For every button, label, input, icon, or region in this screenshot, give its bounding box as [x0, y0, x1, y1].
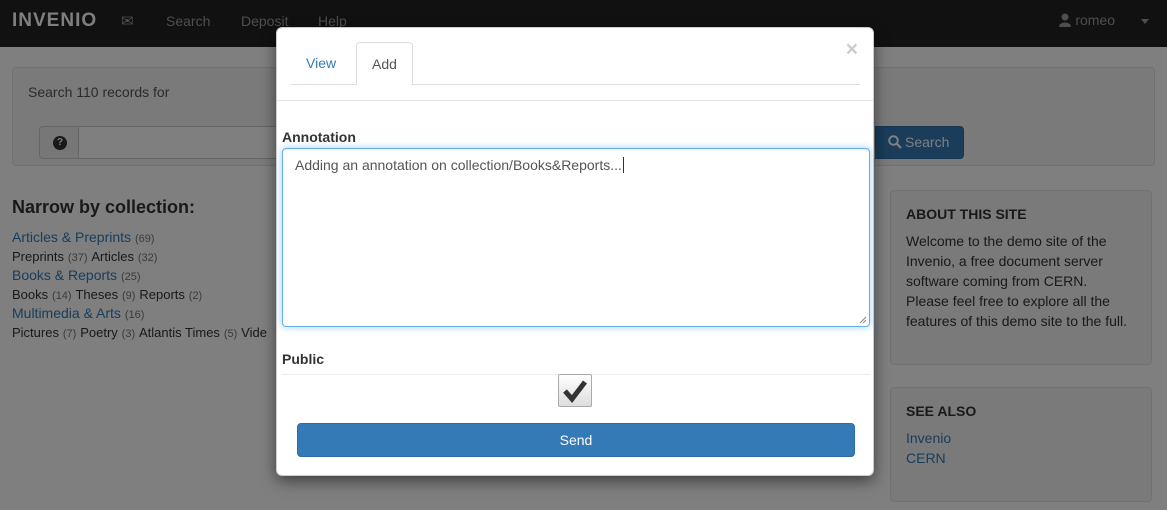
annotation-text: Adding an annotation on collection/Books… — [295, 157, 622, 173]
annotation-textarea[interactable]: Adding an annotation on collection/Books… — [282, 148, 870, 327]
tab-add[interactable]: Add — [356, 42, 413, 86]
tab-view[interactable]: View — [291, 42, 351, 85]
send-button[interactable]: Send — [297, 423, 855, 457]
header-divider — [277, 100, 873, 101]
text-cursor — [622, 157, 624, 173]
annotation-label: Annotation — [282, 129, 356, 145]
annotation-modal: × View Add Annotation Adding an annotati… — [276, 27, 874, 476]
public-checkbox[interactable] — [558, 374, 592, 407]
resize-handle-icon[interactable] — [859, 316, 867, 324]
public-label: Public — [282, 351, 325, 367]
checkmark-icon — [563, 380, 587, 403]
modal-tabs: View Add — [291, 42, 860, 86]
